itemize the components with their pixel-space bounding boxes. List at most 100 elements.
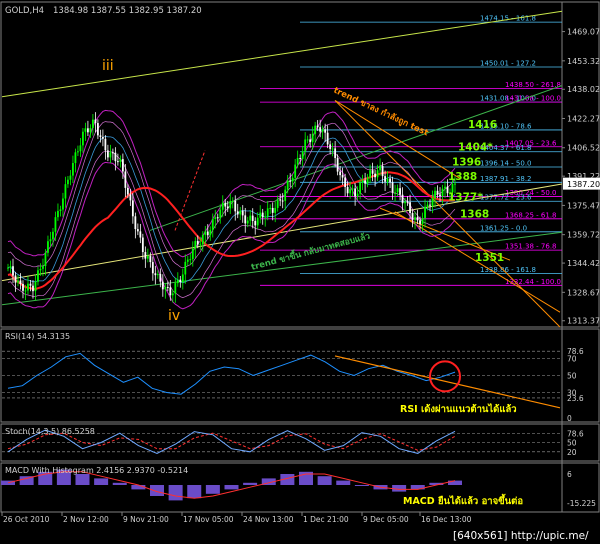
candle-body	[52, 231, 54, 240]
candle-body	[134, 216, 137, 230]
candle-body	[199, 244, 202, 246]
candle-body	[261, 212, 264, 218]
key-level-label: 1416	[468, 119, 497, 131]
price-axis: 1313.371328.671344.421359.721375.471391.…	[562, 28, 600, 326]
candle-body	[291, 177, 294, 182]
candle-body	[296, 158, 299, 165]
macd-panel[interactable]: MACD With Histogram 2.4156 2.9370 -0.521…	[1, 466, 596, 508]
candle-body	[104, 138, 107, 151]
candle-body	[184, 261, 187, 275]
candle-body	[396, 188, 399, 193]
candle-body	[229, 200, 232, 209]
candle-body	[386, 178, 389, 182]
candle-body	[406, 201, 409, 203]
wave-label-iii: iii	[102, 58, 114, 74]
time-axis: 26 Oct 2010 2 Nov 12:00 9 Nov 21:00 17 Nov …	[1, 512, 472, 524]
candle-body	[356, 193, 359, 197]
macd-histogram-bar	[94, 478, 109, 485]
candle-body	[414, 217, 416, 220]
fib-level-label: 1450.01 - 127.2	[480, 59, 536, 67]
time-tick-label: 1 Dec 21:00	[303, 515, 349, 524]
candle-body	[441, 188, 444, 197]
candle-body	[29, 283, 32, 286]
fib-level-label: 1332.44 - 100.0	[505, 278, 561, 286]
candle-body	[431, 198, 434, 206]
candle-body	[426, 204, 429, 207]
candle-body	[204, 231, 207, 235]
candle-body	[191, 248, 194, 260]
candle-body	[286, 180, 289, 190]
candle-body	[246, 220, 249, 224]
candle-body	[344, 177, 347, 188]
candle-body	[161, 281, 164, 290]
candle-body	[234, 200, 237, 212]
candle-body	[226, 206, 229, 209]
candle-body	[139, 231, 142, 238]
time-tick-label: 16 Dec 13:00	[421, 515, 472, 524]
candle-body	[146, 256, 149, 259]
candle-body	[82, 131, 84, 146]
candle-body	[42, 266, 44, 269]
candle-body	[369, 170, 371, 178]
candle-body	[324, 129, 327, 133]
key-level-label: 1368	[460, 208, 489, 220]
upper-channel-line	[1, 10, 563, 98]
macd-histogram-bar	[243, 482, 258, 485]
price-tick-label: 1359.72	[567, 231, 600, 240]
macd-tick-label: 6	[567, 470, 572, 479]
candle-body	[174, 283, 177, 294]
price-tick-label: 1406.52	[567, 144, 600, 153]
rsi-highlight-circle	[429, 360, 461, 393]
rsi-trendline	[334, 355, 561, 409]
candle-body	[111, 152, 114, 154]
candle-body	[96, 123, 99, 136]
candle-body	[241, 210, 244, 216]
candle-body	[379, 165, 381, 171]
candle-body	[421, 218, 424, 224]
candle-body	[351, 188, 354, 190]
chart-canvas: 1474.15 - 161.8 1450.01 - 127.2 1438.50 - …	[0, 1, 600, 542]
candle-body	[371, 170, 374, 174]
candle-body	[39, 268, 42, 271]
candle-body	[49, 239, 52, 242]
candle-body	[144, 252, 147, 259]
price-tick-label: 1344.42	[567, 259, 600, 268]
candle-body	[106, 150, 109, 158]
candle-body	[206, 231, 209, 236]
candle-body	[364, 180, 367, 184]
candle-body	[87, 128, 89, 133]
price-tick-label: 1438.02	[567, 85, 600, 94]
lower-channel-line	[1, 231, 563, 306]
rsi-panel[interactable]: RSI(14) 54.3135 RSI เด้งผ่านแนวต้านได้แล้…	[2, 332, 584, 423]
candle-body	[92, 119, 94, 129]
candle-body	[281, 200, 284, 202]
fib-level-label: 1368.25 - 61.8	[505, 211, 557, 219]
key-level-label: 1396	[452, 156, 481, 168]
candle-body	[186, 259, 189, 262]
macd-histogram-bar	[150, 485, 164, 496]
macd-histogram-bar	[392, 485, 407, 492]
candle-body	[384, 176, 386, 182]
time-tick-label: 24 Nov 13:00	[243, 515, 294, 524]
candle-body	[189, 259, 192, 261]
candle-body	[391, 182, 394, 193]
candle-body	[454, 183, 456, 185]
candle-body	[89, 128, 92, 133]
dashed-projection	[174, 150, 206, 231]
candle-body	[256, 217, 259, 226]
rsi-title: RSI(14) 54.3135	[5, 332, 70, 341]
candle-body	[376, 170, 379, 178]
macd-histogram-bar	[168, 485, 183, 501]
candle-body	[429, 204, 431, 206]
candle-body	[321, 129, 324, 132]
candle-body	[319, 127, 322, 132]
price-panel[interactable]: 1474.15 - 161.8 1450.01 - 127.2 1438.50 - …	[1, 10, 563, 328]
middle-channel-line	[149, 85, 563, 231]
candle-body	[19, 280, 22, 284]
candle-body	[7, 267, 9, 269]
candle-body	[299, 158, 302, 160]
candle-body	[279, 199, 282, 201]
stochastic-panel[interactable]: Stoch(14,3,5) 86.5258 78.65020	[2, 427, 584, 457]
candle-body	[14, 275, 17, 283]
candle-body	[54, 217, 57, 232]
